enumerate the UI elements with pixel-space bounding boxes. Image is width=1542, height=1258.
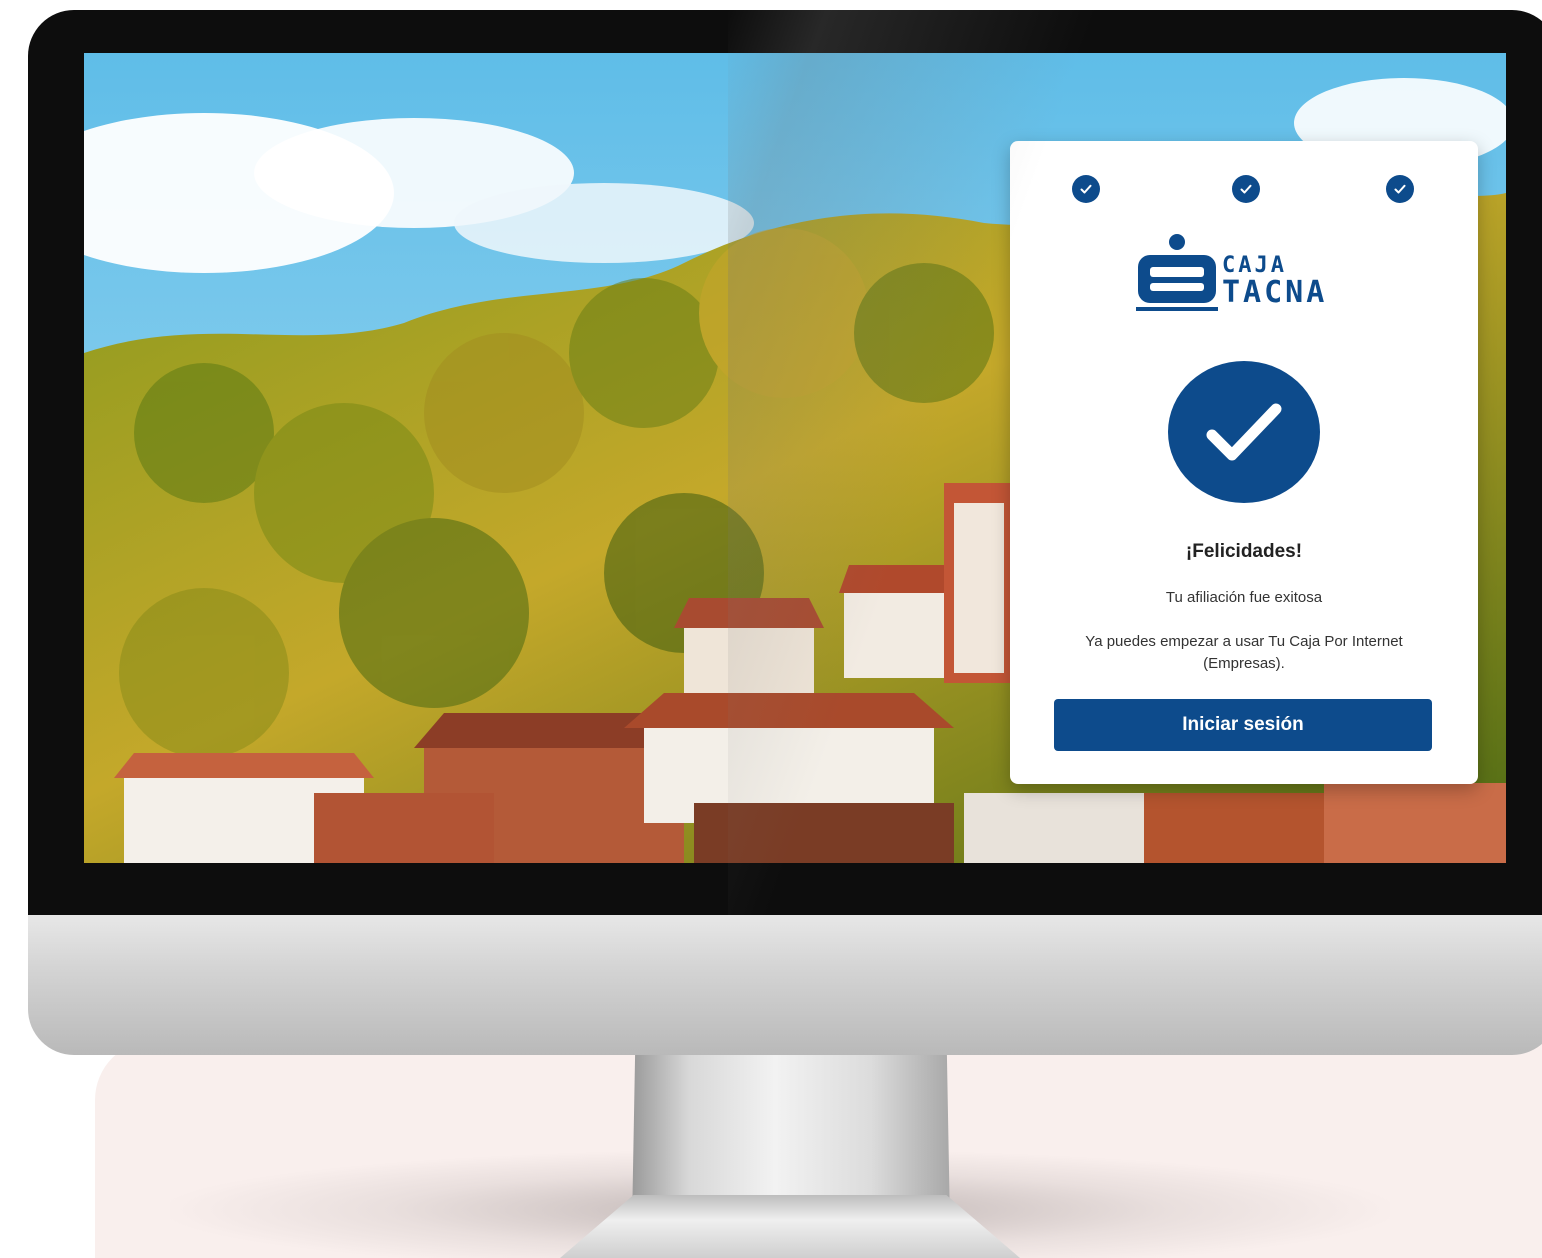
logo-text-tacna: TACNA	[1222, 275, 1328, 310]
logo-mark-icon	[1136, 234, 1218, 311]
stage: CAJA TACNA ¡Felicidades! Tu afiliación f…	[0, 0, 1542, 1258]
check-icon	[1206, 403, 1282, 461]
stepper	[1072, 175, 1414, 205]
success-card: CAJA TACNA ¡Felicidades! Tu afiliación f…	[1010, 141, 1478, 784]
success-check-badge	[1168, 361, 1320, 503]
monitor: CAJA TACNA ¡Felicidades! Tu afiliación f…	[28, 10, 1542, 1055]
step-2-completed	[1232, 175, 1260, 203]
check-icon	[1080, 184, 1092, 194]
step-3-completed	[1386, 175, 1414, 203]
step-1-completed	[1072, 175, 1100, 203]
check-icon	[1394, 184, 1406, 194]
success-subtitle: Tu afiliación fue exitosa	[1165, 589, 1323, 606]
check-icon	[1240, 184, 1252, 194]
monitor-stand-base	[560, 1195, 1020, 1258]
success-title: ¡Felicidades!	[1185, 541, 1303, 562]
login-button[interactable]: Iniciar sesión	[1054, 699, 1432, 751]
caja-tacna-logo: CAJA TACNA	[1134, 233, 1360, 317]
monitor-bezel: CAJA TACNA ¡Felicidades! Tu afiliación f…	[28, 10, 1542, 915]
monitor-chin	[28, 910, 1542, 1055]
success-message: Ya puedes empezar a usar Tu Caja Por Int…	[1085, 633, 1403, 672]
screen: CAJA TACNA ¡Felicidades! Tu afiliación f…	[84, 53, 1506, 863]
